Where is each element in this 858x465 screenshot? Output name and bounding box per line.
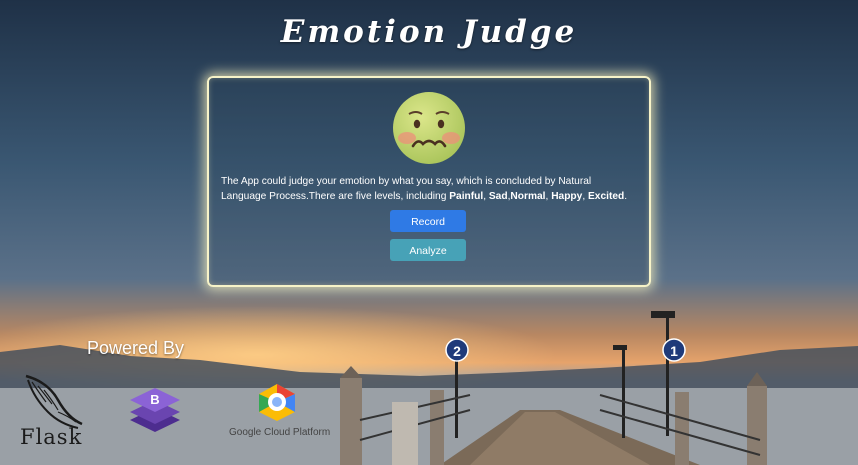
- main-panel: The App could judge your emotion by what…: [207, 76, 651, 287]
- app-description: The App could judge your emotion by what…: [221, 176, 628, 202]
- level-excited: Excited: [588, 191, 625, 202]
- nauseated-face-icon: [393, 92, 465, 164]
- svg-text:2: 2: [453, 343, 461, 359]
- record-button[interactable]: Record: [390, 210, 466, 232]
- svg-text:1: 1: [670, 343, 678, 359]
- level-happy: Happy: [551, 191, 583, 202]
- level-sad: Sad: [488, 191, 508, 202]
- google-cloud-platform-label: Google Cloud Platform: [229, 427, 331, 438]
- level-painful: Painful: [449, 191, 484, 202]
- app-title: Emotion Judge: [280, 14, 578, 50]
- analyze-button[interactable]: Analyze: [390, 239, 466, 261]
- level-normal: Normal: [510, 191, 546, 202]
- bootstrap-logo-icon: B: [130, 388, 180, 432]
- flask-label: Flask: [20, 425, 83, 449]
- svg-text:B: B: [150, 392, 159, 407]
- powered-by-heading: Powered By: [87, 338, 185, 358]
- google-cloud-logo-icon: [259, 384, 295, 421]
